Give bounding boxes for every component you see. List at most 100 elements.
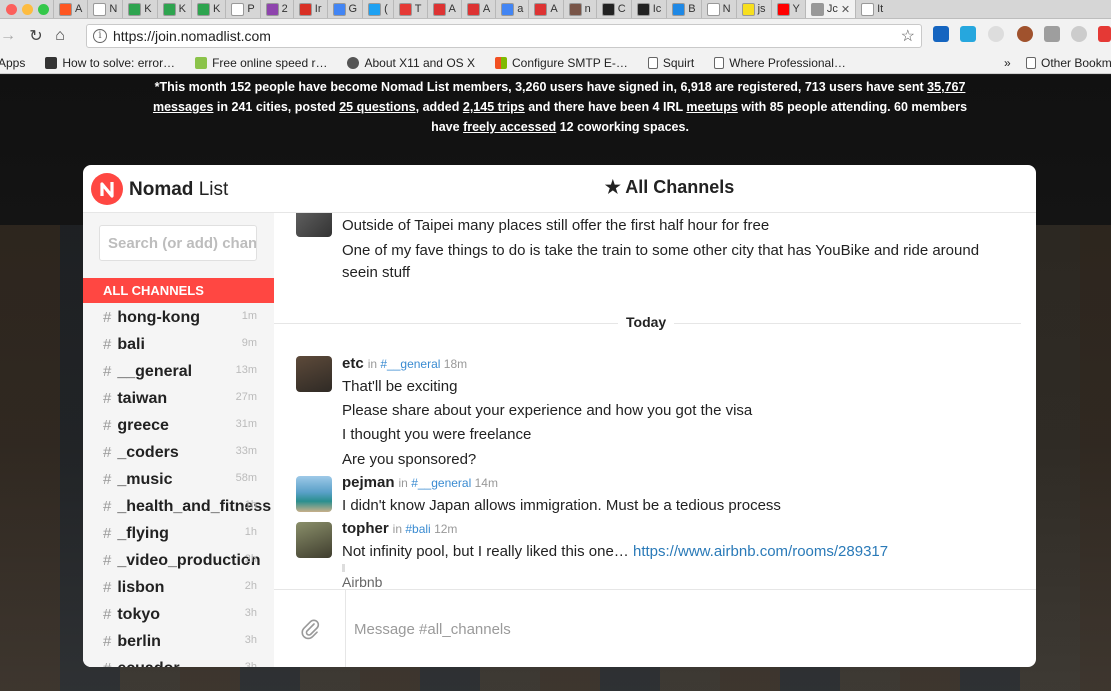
message-input[interactable] [354,612,1014,646]
extension-globe-icon[interactable] [1071,26,1087,42]
channel-item[interactable]: # tokyo 3h [83,601,274,628]
channel-item[interactable]: # berlin 3h [83,628,274,655]
freely-accessed-link[interactable]: freely accessed [463,120,556,134]
channel-item[interactable]: # _video_production 2h [83,547,274,574]
extension-recycle-icon[interactable] [1044,26,1060,42]
timestamp: 18m [443,357,468,371]
browser-tab[interactable]: N [700,0,736,18]
browser-tab[interactable]: A [528,0,562,18]
tab-label: A [448,3,456,15]
extension-ip-icon[interactable] [988,26,1004,42]
all-channels-item[interactable]: ALL CHANNELS [83,278,274,303]
site-info-icon[interactable]: i [93,29,107,43]
hash-icon: # [103,525,112,542]
bookmark-star-icon[interactable]: ☆ [901,26,915,46]
channel-item[interactable]: # greece 31m [83,412,274,439]
hash-icon: # [103,552,112,569]
timestamp: 12m [434,522,458,536]
bookmark-item[interactable]: How to solve: error… [45,56,175,70]
browser-tab[interactable]: G [326,0,363,18]
browser-tab[interactable]: Y [770,0,805,18]
browser-tab[interactable]: ( [362,0,393,18]
message-author: pejman in #__general 14m [342,474,498,491]
browser-tab[interactable]: K [156,0,191,18]
bookmarks-overflow-icon[interactable]: » [1004,56,1011,70]
browser-tab[interactable]: B [666,0,700,18]
tab-label: Ir [314,3,322,15]
channel-search-input[interactable] [99,225,257,261]
attachment-button[interactable] [274,590,346,667]
browser-tab[interactable]: A [460,0,495,18]
channel-item[interactable]: # lisbon 2h [83,574,274,601]
url-text[interactable]: https://join.nomadlist.com [113,28,271,44]
tab-label: C [617,3,626,15]
browser-tab[interactable]: K [122,0,156,18]
channel-time: 3h [244,607,257,619]
channel-item[interactable]: # ecuador 3h [83,655,274,668]
extension-dropbox-icon[interactable] [960,26,976,42]
browser-tab[interactable]: N [87,0,122,18]
extension-v-icon[interactable] [933,26,949,42]
tab-label: Ic [652,3,662,15]
browser-tab[interactable]: K [190,0,225,18]
browser-tab[interactable]: a [495,0,528,18]
avatar[interactable] [296,356,332,392]
browser-tab[interactable]: A [426,0,461,18]
channel-sidebar: ALL CHANNELS # hong-kong 1m # bali 9m # __gener… [83,213,274,667]
channel-name: taiwan [117,389,168,407]
bookmark-item[interactable]: Free online speed r… [195,56,327,70]
close-tab-icon[interactable]: ✕ [841,3,850,16]
browser-tab[interactable]: 2 [259,0,293,18]
bookmark-item[interactable]: About X11 and OS X [347,56,475,70]
channel-item[interactable]: # _health_and_fitness 1h [83,493,274,520]
other-bookmarks[interactable]: Other Bookmarks [1026,56,1111,70]
reload-icon[interactable]: ↻ [24,26,48,46]
channel-item[interactable]: # _music 58m [83,466,274,493]
bookmark-apps[interactable]: Apps [0,56,25,70]
channel-name: bali [117,335,145,353]
maximize-window-icon[interactable] [38,3,49,15]
bookmark-item[interactable]: Configure SMTP E-… [495,56,628,70]
tab-favicon [231,2,245,16]
bookmark-item[interactable]: Squirt [647,56,694,70]
channel-item[interactable]: # hong-kong 1m [83,304,274,331]
channel-link[interactable]: #__general [411,476,471,490]
browser-tab[interactable]: Ic [630,0,667,18]
link-preview-title[interactable]: Airbnb [342,571,382,589]
browser-tab[interactable]: Jc ✕ [804,0,856,18]
channel-link[interactable]: #__general [380,357,440,371]
forward-icon[interactable]: → [0,27,20,45]
channel-name: berlin [117,632,161,650]
bookmark-item[interactable]: Where Professional… [714,56,846,70]
avatar[interactable] [296,213,332,237]
minimize-window-icon[interactable] [22,3,33,15]
browser-tab[interactable]: Ir [292,0,327,18]
extension-cookie-icon[interactable] [1017,26,1033,42]
channel-item[interactable]: # __general 13m [83,358,274,385]
browser-tab[interactable]: T [392,0,427,18]
airbnb-link[interactable]: https://www.airbnb.com/rooms/289317 [633,543,888,560]
questions-link[interactable]: 25 questions [339,100,415,114]
channel-item[interactable]: # _flying 1h [83,520,274,547]
channel-item[interactable]: # bali 9m [83,331,274,358]
browser-tab[interactable]: It [855,0,888,18]
meetups-link[interactable]: meetups [686,100,737,114]
avatar[interactable] [296,522,332,558]
avatar[interactable] [296,476,332,512]
address-bar[interactable]: i https://join.nomadlist.com ☆ [86,24,922,48]
browser-tab[interactable]: js [735,0,771,18]
trips-link[interactable]: 2,145 trips [463,100,525,114]
browser-tab[interactable]: C [595,0,631,18]
channel-link[interactable]: #bali [405,522,430,536]
channel-name: ecuador [117,660,179,668]
browser-tab[interactable]: A [53,0,87,18]
browser-tab[interactable]: P [225,0,259,18]
channel-item[interactable]: # _coders 33m [83,439,274,466]
channel-item[interactable]: # taiwan 27m [83,385,274,412]
home-icon[interactable]: ⌂ [48,27,72,45]
hash-icon: # [103,660,111,667]
tab-label: K [144,3,152,15]
close-window-icon[interactable] [6,3,17,15]
extension-c-icon[interactable] [1098,26,1111,42]
browser-tab[interactable]: n [562,0,596,18]
